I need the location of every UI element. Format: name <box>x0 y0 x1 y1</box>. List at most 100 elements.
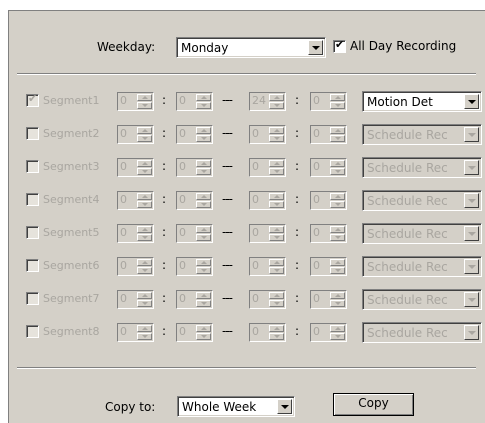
start-minute-spinner[interactable]: 0 <box>176 290 213 309</box>
spin-down-icon[interactable] <box>137 333 152 340</box>
end-minute-spinner[interactable]: 0 <box>310 158 347 177</box>
segment-checkbox[interactable] <box>26 127 39 140</box>
spin-up-icon[interactable] <box>269 325 284 332</box>
segment-checkbox[interactable] <box>26 259 39 272</box>
start-hour-spinner[interactable]: 0 <box>117 158 154 177</box>
spin-up-icon[interactable] <box>137 226 152 233</box>
spin-down-icon[interactable] <box>137 234 152 241</box>
spin-down-icon[interactable] <box>269 201 284 208</box>
spin-down-icon[interactable] <box>330 201 345 208</box>
spin-up-icon[interactable] <box>330 193 345 200</box>
spin-up-icon[interactable] <box>330 94 345 101</box>
spin-up-icon[interactable] <box>137 160 152 167</box>
start-hour-spinner[interactable]: 0 <box>117 224 154 243</box>
start-minute-spinner[interactable]: 0 <box>176 92 213 111</box>
end-minute-spinner[interactable]: 0 <box>310 125 347 144</box>
spin-down-icon[interactable] <box>330 102 345 109</box>
record-mode-select[interactable]: Motion Det <box>362 91 482 112</box>
start-minute-spinner[interactable]: 0 <box>176 224 213 243</box>
all-day-recording-checkbox[interactable]: ✔ <box>333 38 346 53</box>
spin-down-icon[interactable] <box>330 267 345 274</box>
spin-down-icon[interactable] <box>137 135 152 142</box>
record-mode-select[interactable]: Schedule Rec <box>362 322 482 343</box>
spin-down-icon[interactable] <box>196 102 211 109</box>
spin-down-icon[interactable] <box>196 234 211 241</box>
segment-checkbox[interactable] <box>26 160 39 173</box>
spin-up-icon[interactable] <box>269 259 284 266</box>
chevron-down-icon[interactable] <box>464 259 479 274</box>
spin-down-icon[interactable] <box>196 201 211 208</box>
spin-down-icon[interactable] <box>330 234 345 241</box>
start-hour-spinner[interactable]: 0 <box>117 92 154 111</box>
spin-up-icon[interactable] <box>196 259 211 266</box>
segment-checkbox[interactable] <box>26 292 39 305</box>
end-minute-spinner[interactable]: 0 <box>310 290 347 309</box>
spin-down-icon[interactable] <box>137 300 152 307</box>
spin-up-icon[interactable] <box>137 94 152 101</box>
chevron-down-icon[interactable] <box>464 292 479 307</box>
end-hour-spinner[interactable]: 0 <box>249 191 286 210</box>
chevron-down-icon[interactable] <box>464 226 479 241</box>
start-hour-spinner[interactable]: 0 <box>117 257 154 276</box>
spin-down-icon[interactable] <box>137 168 152 175</box>
spin-up-icon[interactable] <box>137 259 152 266</box>
spin-up-icon[interactable] <box>330 226 345 233</box>
spin-up-icon[interactable] <box>196 94 211 101</box>
start-minute-spinner[interactable]: 0 <box>176 323 213 342</box>
weekday-select[interactable]: Monday <box>176 37 326 58</box>
spin-up-icon[interactable] <box>330 325 345 332</box>
record-mode-select[interactable]: Schedule Rec <box>362 256 482 277</box>
spin-down-icon[interactable] <box>269 234 284 241</box>
copy-button[interactable]: Copy <box>333 393 414 416</box>
spin-down-icon[interactable] <box>269 102 284 109</box>
spin-up-icon[interactable] <box>196 325 211 332</box>
spin-up-icon[interactable] <box>196 226 211 233</box>
spin-up-icon[interactable] <box>330 127 345 134</box>
spin-down-icon[interactable] <box>137 267 152 274</box>
spin-up-icon[interactable] <box>196 292 211 299</box>
end-hour-spinner[interactable]: 0 <box>249 125 286 144</box>
spin-down-icon[interactable] <box>269 333 284 340</box>
spin-down-icon[interactable] <box>330 168 345 175</box>
spin-up-icon[interactable] <box>269 292 284 299</box>
spin-down-icon[interactable] <box>269 135 284 142</box>
spin-up-icon[interactable] <box>137 127 152 134</box>
chevron-down-icon[interactable] <box>464 94 479 109</box>
copy-to-select[interactable]: Whole Week <box>177 396 295 417</box>
spin-up-icon[interactable] <box>269 94 284 101</box>
spin-up-icon[interactable] <box>137 292 152 299</box>
spin-up-icon[interactable] <box>269 160 284 167</box>
end-hour-spinner[interactable]: 0 <box>249 257 286 276</box>
end-hour-spinner[interactable]: 0 <box>249 224 286 243</box>
spin-up-icon[interactable] <box>196 160 211 167</box>
record-mode-select[interactable]: Schedule Rec <box>362 190 482 211</box>
start-minute-spinner[interactable]: 0 <box>176 257 213 276</box>
spin-down-icon[interactable] <box>196 135 211 142</box>
record-mode-select[interactable]: Schedule Rec <box>362 223 482 244</box>
start-minute-spinner[interactable]: 0 <box>176 125 213 144</box>
end-minute-spinner[interactable]: 0 <box>310 224 347 243</box>
end-minute-spinner[interactable]: 0 <box>310 191 347 210</box>
chevron-down-icon[interactable] <box>464 325 479 340</box>
segment-checkbox[interactable] <box>26 193 39 206</box>
start-hour-spinner[interactable]: 0 <box>117 290 154 309</box>
record-mode-select[interactable]: Schedule Rec <box>362 124 482 145</box>
spin-up-icon[interactable] <box>330 259 345 266</box>
start-hour-spinner[interactable]: 0 <box>117 191 154 210</box>
segment-checkbox[interactable] <box>26 325 39 338</box>
chevron-down-icon[interactable] <box>277 399 292 414</box>
end-hour-spinner[interactable]: 0 <box>249 158 286 177</box>
end-minute-spinner[interactable]: 0 <box>310 92 347 111</box>
spin-up-icon[interactable] <box>330 292 345 299</box>
end-hour-spinner[interactable]: 24 <box>249 92 286 111</box>
record-mode-select[interactable]: Schedule Rec <box>362 289 482 310</box>
spin-down-icon[interactable] <box>269 267 284 274</box>
spin-up-icon[interactable] <box>269 226 284 233</box>
spin-down-icon[interactable] <box>269 168 284 175</box>
spin-up-icon[interactable] <box>196 193 211 200</box>
spin-up-icon[interactable] <box>137 193 152 200</box>
spin-down-icon[interactable] <box>196 300 211 307</box>
spin-down-icon[interactable] <box>330 333 345 340</box>
chevron-down-icon[interactable] <box>464 127 479 142</box>
start-minute-spinner[interactable]: 0 <box>176 158 213 177</box>
